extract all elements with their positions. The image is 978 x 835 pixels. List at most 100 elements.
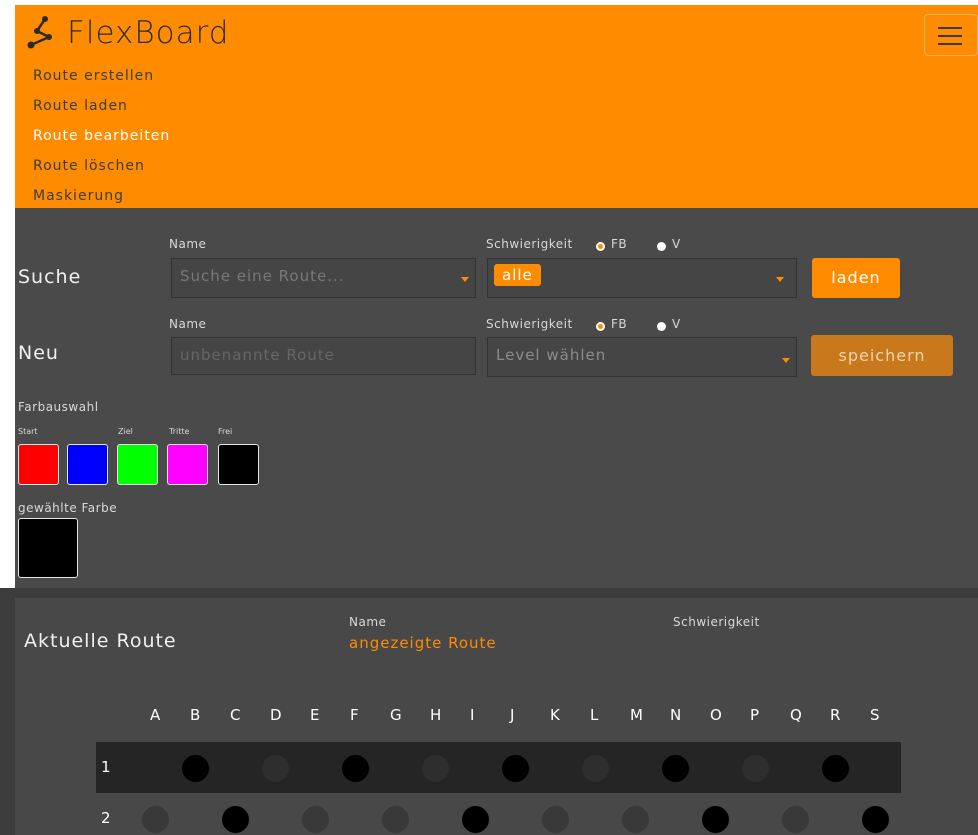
selected-color-preview	[18, 518, 78, 578]
new-level-placeholder: Level wählen	[496, 346, 607, 364]
new-level-select[interactable]: Level wählen	[487, 337, 797, 377]
search-radio-v-label: V	[672, 237, 681, 251]
new-name-label: Name	[169, 317, 207, 331]
column-label-i: I	[470, 706, 475, 724]
column-label-p: P	[750, 706, 760, 724]
search-radio-fb[interactable]	[596, 242, 605, 251]
hamburger-menu-button[interactable]	[924, 14, 978, 56]
swatch-label-tritte: Tritte	[169, 427, 190, 436]
selected-color-label: gewählte Farbe	[18, 501, 118, 515]
hold-b1[interactable]	[182, 755, 209, 782]
route-logo-icon	[27, 16, 52, 49]
color-swatch-blue[interactable]	[67, 444, 108, 485]
column-label-m: M	[630, 706, 643, 724]
column-label-j: J	[510, 706, 515, 724]
column-label-e: E	[310, 706, 320, 724]
save-button[interactable]: speichern	[811, 335, 953, 376]
column-label-n: N	[670, 706, 682, 724]
new-radio-v-label: V	[672, 317, 681, 331]
hold-q2[interactable]	[782, 806, 809, 833]
new-difficulty-label: Schwierigkeit	[486, 317, 573, 331]
color-swatch-ziel[interactable]	[117, 444, 158, 485]
row-label: 2	[101, 809, 111, 827]
caret-down-icon	[776, 277, 784, 282]
board-row-highlight	[96, 742, 901, 793]
hold-m2[interactable]	[622, 806, 649, 833]
column-label-s: S	[870, 706, 880, 724]
hamburger-bar-icon	[938, 35, 962, 37]
column-label-k: K	[550, 706, 560, 724]
current-route-name-value: angezeigte Route	[349, 634, 497, 652]
hold-g2[interactable]	[382, 806, 409, 833]
swatch-label-frei: Frei	[218, 427, 233, 436]
brand-title[interactable]: FlexBoard	[67, 13, 229, 53]
hold-h1[interactable]	[422, 755, 449, 782]
new-name-input[interactable]: unbenannte Route	[171, 337, 476, 375]
search-name-placeholder: Suche eine Route...	[180, 267, 345, 285]
new-section-title: Neu	[18, 342, 59, 364]
hold-f1[interactable]	[342, 755, 369, 782]
search-radio-fb-label: FB	[611, 237, 628, 251]
search-level-select[interactable]: alle	[487, 258, 797, 298]
current-route-title: Aktuelle Route	[24, 630, 177, 652]
nav-item-route-bearbeiten[interactable]: Route bearbeiten	[33, 126, 170, 156]
search-radio-v[interactable]	[657, 242, 666, 251]
color-swatch-tritte[interactable]	[167, 444, 208, 485]
nav-item-route-erstellen[interactable]: Route erstellen	[33, 66, 170, 96]
column-label-q: Q	[790, 706, 802, 724]
hold-c2[interactable]	[222, 806, 249, 833]
hold-e2[interactable]	[302, 806, 329, 833]
hold-n1[interactable]	[662, 755, 689, 782]
hold-p1[interactable]	[742, 755, 769, 782]
hold-i2[interactable]	[462, 806, 489, 833]
search-name-label: Name	[169, 237, 207, 251]
current-route-difficulty-label: Schwierigkeit	[673, 615, 760, 629]
search-difficulty-label: Schwierigkeit	[486, 237, 573, 251]
column-label-b: B	[190, 706, 201, 724]
caret-down-icon	[782, 358, 790, 363]
column-label-a: A	[150, 706, 161, 724]
color-swatch-start[interactable]	[18, 444, 59, 485]
new-radio-v[interactable]	[657, 322, 666, 331]
search-section-title: Suche	[18, 266, 82, 288]
column-label-r: R	[830, 706, 841, 724]
search-difficulty-text: Schwierigkeit	[486, 237, 573, 251]
main-nav: Route erstellen Route laden Route bearbe…	[33, 66, 170, 216]
swatch-label-ziel: Ziel	[118, 427, 133, 436]
column-label-f: F	[350, 706, 359, 724]
hamburger-bar-icon	[938, 27, 962, 29]
current-route-name-label: Name	[349, 615, 387, 629]
hold-k2[interactable]	[542, 806, 569, 833]
hold-a2[interactable]	[142, 806, 169, 833]
search-level-tag[interactable]: alle	[494, 264, 541, 286]
column-label-d: D	[270, 706, 282, 724]
column-label-g: G	[390, 706, 402, 724]
route-form-panel: Name Schwierigkeit FB V Suche Suche eine…	[15, 208, 978, 588]
hamburger-bar-icon	[938, 43, 962, 45]
column-label-h: H	[430, 706, 442, 724]
new-radio-fb[interactable]	[596, 322, 605, 331]
column-label-o: O	[710, 706, 722, 724]
swatch-label-start: Start	[18, 427, 38, 436]
color-picker-title: Farbauswahl	[18, 400, 99, 414]
new-radio-fb-label: FB	[611, 317, 628, 331]
hold-l1[interactable]	[582, 755, 609, 782]
new-difficulty-text: Schwierigkeit	[486, 317, 573, 331]
new-name-placeholder: unbenannte Route	[180, 346, 335, 364]
color-swatch-frei[interactable]	[218, 444, 259, 485]
search-name-select[interactable]: Suche eine Route...	[171, 258, 476, 298]
nav-item-route-laden[interactable]: Route laden	[33, 96, 170, 126]
row-label: 1	[101, 758, 111, 776]
hold-d1[interactable]	[262, 755, 289, 782]
load-button[interactable]: laden	[812, 258, 900, 298]
hold-s2[interactable]	[862, 806, 889, 833]
hold-j1[interactable]	[502, 755, 529, 782]
hold-o2[interactable]	[702, 806, 729, 833]
header: FlexBoard Route erstellen Route laden Ro…	[15, 5, 978, 208]
column-label-l: L	[590, 706, 599, 724]
column-label-c: C	[230, 706, 241, 724]
caret-down-icon	[461, 277, 469, 282]
hold-r1[interactable]	[822, 755, 849, 782]
nav-item-route-loeschen[interactable]: Route löschen	[33, 156, 170, 186]
app-root: FlexBoard Route erstellen Route laden Ro…	[0, 0, 978, 835]
